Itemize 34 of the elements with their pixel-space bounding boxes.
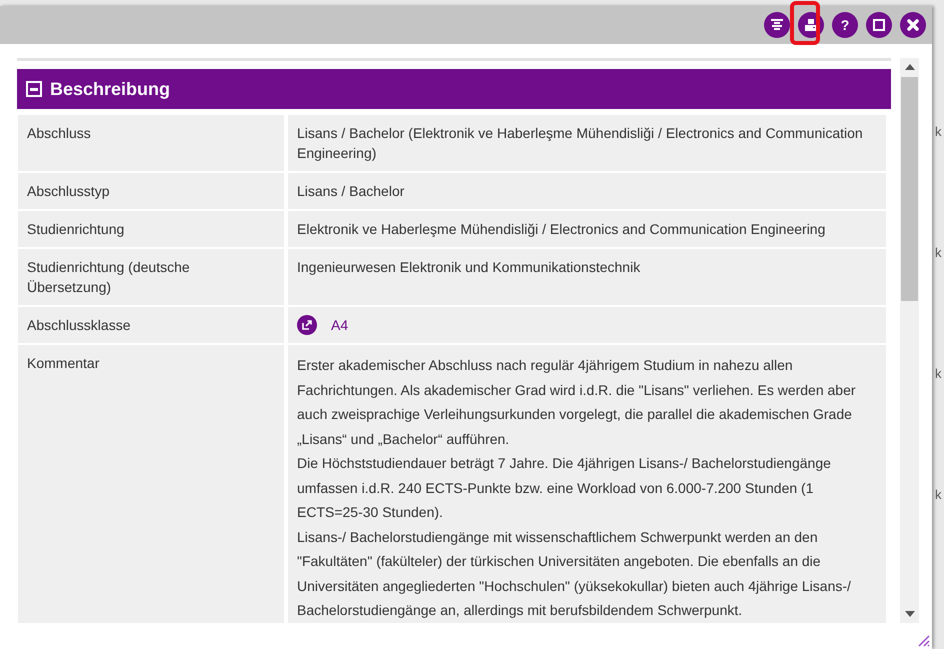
comment-paragraph: Die Höchststudiendauer beträgt 7 Jahre. Die 4jährigen Lisans-/ Bachelorstudiengänge umfassen i.d.R. 240 ECTS-Punkte bzw. eine Workload von 6.000-7.200 Stunden (1 ECTS=25-30 Stunden). xyxy=(297,454,832,522)
field-label: Studienrichtung xyxy=(18,211,284,247)
field-label: Abschlusstyp xyxy=(18,173,284,209)
section-title: Beschreibung xyxy=(50,78,170,100)
scrollbar-thumb[interactable] xyxy=(901,77,918,301)
close-icon xyxy=(906,18,920,32)
field-label: Studienrichtung (deutsche Übersetzung) xyxy=(18,249,284,305)
scrollbar[interactable] xyxy=(900,58,919,623)
layout-button[interactable] xyxy=(764,12,790,38)
background-text: k xyxy=(935,245,942,260)
background-text: k xyxy=(935,366,942,381)
field-label: Abschluss xyxy=(18,115,284,171)
field-value: Lisans / Bachelor xyxy=(288,173,886,209)
collapse-toggle-icon[interactable] xyxy=(26,81,42,97)
maximize-button[interactable] xyxy=(866,12,892,38)
field-value: Lisans / Bachelor (Elektronik ve Haberleşme Mühendisliği / Electronics and Communication Engineering) xyxy=(288,115,886,171)
comment-paragraph: Lisans-/ Bachelorstudiengänge mit wissenschaftlichem Schwerpunkt werden an den "Fakultäten" (fakülteler) der türkischen Universitäten angeboten. Die ebenfalls an die Universitäten angegliederten "Hochschulen" (yüksekokullar) bieten auch 4jährige Lisans-/ Bachelorstudiengänge an, allerdings mit berufsbildendem Schwerpunkt. xyxy=(297,528,852,620)
background-text: k xyxy=(935,487,942,502)
resize-grip-icon[interactable] xyxy=(916,633,930,647)
close-button[interactable] xyxy=(900,12,926,38)
field-value: Ingenieurwesen Elektronik und Kommunikationstechnik xyxy=(288,249,886,305)
comment-paragraph: Erster akademischer Abschluss nach regulär 4jährigem Studium in nahezu allen Fachrichtungen. Als akademischer Grad wird i.d.R. die "Lisans" verliehen. Es werden aber auch zweisprachige Verleihungsurkunden vorgelegt, die parallel die akademischen Grade „Lisans“ und „Bachelor“ aufführen. xyxy=(297,356,857,448)
help-button[interactable]: ? xyxy=(832,12,858,38)
external-link-icon[interactable] xyxy=(297,315,317,335)
field-value: Elektronik ve Haberleşme Mühendisliği / Electronics and Communication Engineering xyxy=(288,211,886,247)
field-label: Abschlussklasse xyxy=(18,307,284,343)
scroll-up-icon[interactable] xyxy=(904,64,914,70)
scroll-down-icon[interactable] xyxy=(904,611,914,617)
background-text: k xyxy=(935,124,942,139)
align-icon xyxy=(770,18,784,32)
square-icon xyxy=(872,18,886,32)
print-icon xyxy=(804,18,818,32)
field-label: Kommentar xyxy=(18,345,284,622)
class-link[interactable]: A4 xyxy=(331,315,348,335)
